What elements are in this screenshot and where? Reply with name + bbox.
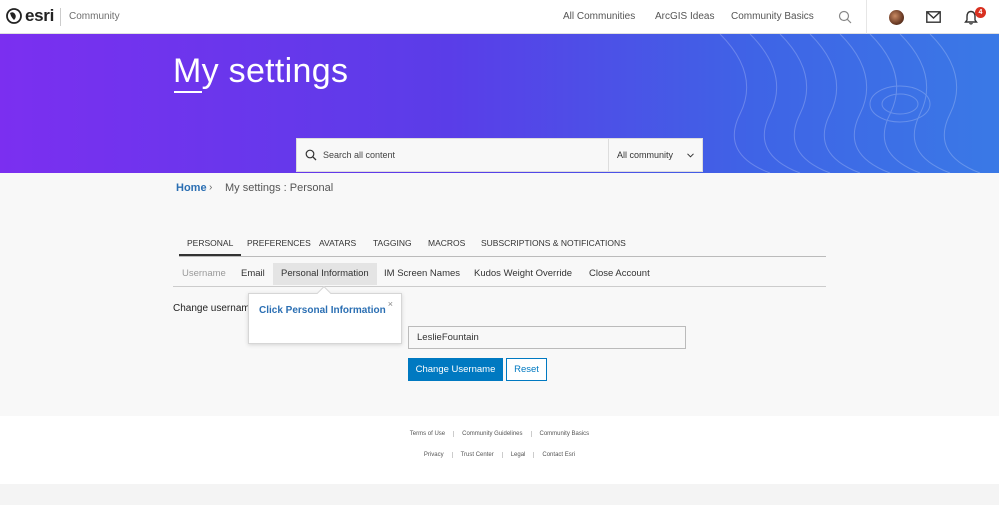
user-avatar-button[interactable] <box>886 7 906 27</box>
globe-icon <box>6 8 22 24</box>
search-scope-select[interactable]: All community <box>609 139 702 171</box>
avatar <box>888 9 904 25</box>
subtab-personal-information[interactable]: Personal Information <box>273 263 377 285</box>
footer-community-basics[interactable]: Community Basics <box>532 431 598 437</box>
search-scope-value: All community <box>617 150 674 160</box>
search-icon <box>305 149 317 161</box>
nav-divider <box>866 0 867 34</box>
breadcrumb-separator: › <box>209 182 213 193</box>
search-icon <box>838 10 852 24</box>
tab-personal[interactable]: PERSONAL <box>179 232 242 256</box>
search-button[interactable] <box>835 7 855 27</box>
footer-trust-center[interactable]: Trust Center <box>453 452 503 458</box>
footer-community-guidelines[interactable]: Community Guidelines <box>454 431 532 437</box>
footer-contact-esri[interactable]: Contact Esri <box>534 452 583 458</box>
subtab-username[interactable]: Username <box>182 263 226 285</box>
search-bar: Search all content All community <box>296 138 703 172</box>
subtab-email[interactable]: Email <box>241 263 265 285</box>
footer-legal[interactable]: Legal <box>503 452 535 458</box>
guide-tooltip: Click Personal Information × <box>248 285 402 344</box>
footer-terms-of-use[interactable]: Terms of Use <box>402 431 455 437</box>
nav-community-basics[interactable]: Community Basics <box>731 11 814 22</box>
footer-privacy[interactable]: Privacy <box>416 452 453 458</box>
footer: Terms of Use Community Guidelines Commun… <box>0 416 999 484</box>
change-username-button[interactable]: Change Username <box>408 358 503 381</box>
subtab-close-account[interactable]: Close Account <box>589 263 650 285</box>
tab-subscriptions-notifications[interactable]: SUBSCRIPTIONS & NOTIFICATIONS <box>481 232 626 256</box>
esri-logo[interactable]: esri <box>6 6 54 26</box>
footer-links-row-2: Privacy Trust Center Legal Contact Esri <box>0 452 999 458</box>
brand-name: esri <box>25 6 55 25</box>
mail-icon <box>925 11 941 23</box>
messages-button[interactable] <box>923 7 943 27</box>
tab-tagging[interactable]: TAGGING <box>373 232 412 256</box>
search-placeholder: Search all content <box>323 150 396 160</box>
search-input[interactable]: Search all content <box>297 139 609 171</box>
tab-macros[interactable]: MACROS <box>428 232 465 256</box>
community-link[interactable]: Community <box>69 11 120 22</box>
subtab-im-screen-names[interactable]: IM Screen Names <box>384 263 460 285</box>
nav-arcgis-ideas[interactable]: ArcGIS Ideas <box>655 11 714 22</box>
tab-preferences[interactable]: PREFERENCES <box>247 232 311 256</box>
bottom-strip <box>0 484 999 505</box>
logo-divider <box>60 8 61 26</box>
top-navigation-bar: esri Community All Communities ArcGIS Id… <box>0 0 999 34</box>
tooltip-text: Click Personal Information <box>259 305 386 316</box>
tab-avatars[interactable]: AVATARS <box>319 232 356 256</box>
footer-links-row-1: Terms of Use Community Guidelines Commun… <box>0 431 999 437</box>
title-underline <box>174 91 202 93</box>
subtab-kudos-weight-override[interactable]: Kudos Weight Override <box>474 263 572 285</box>
notification-count-badge: 4 <box>975 7 986 18</box>
page-title: My settings <box>173 52 349 90</box>
username-field[interactable]: LeslieFountain <box>408 326 686 349</box>
breadcrumb-current: My settings : Personal <box>225 182 334 194</box>
close-icon[interactable]: × <box>388 299 393 309</box>
breadcrumb-home[interactable]: Home <box>176 182 207 194</box>
settings-tabs: PERSONAL PREFERENCES AVATARS TAGGING MAC… <box>179 232 826 257</box>
change-username-label: Change username <box>173 303 256 314</box>
chevron-down-icon <box>687 152 694 158</box>
nav-all-communities[interactable]: All Communities <box>563 11 635 22</box>
personal-subtabs: Username Email Personal Information IM S… <box>173 263 826 287</box>
reset-button[interactable]: Reset <box>506 358 547 381</box>
